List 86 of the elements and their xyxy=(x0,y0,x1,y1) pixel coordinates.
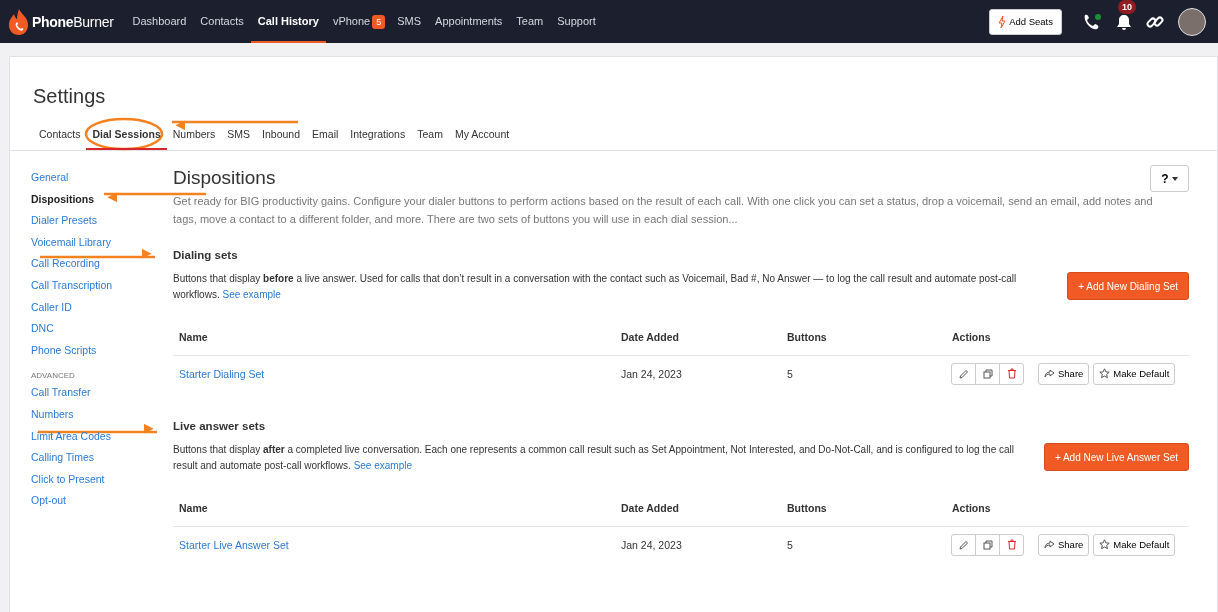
settings-tab[interactable]: SMS xyxy=(221,126,257,150)
settings-tab[interactable]: Team xyxy=(411,126,449,150)
nav-link[interactable]: Call History xyxy=(250,0,326,43)
notification-count-badge: 10 xyxy=(1118,0,1136,14)
nav-link[interactable]: Dashboard xyxy=(125,0,194,43)
pencil-icon xyxy=(958,368,969,379)
nav-link[interactable]: Appointments xyxy=(428,0,510,43)
duplicate-button[interactable] xyxy=(975,533,1000,556)
column-header: Name xyxy=(179,331,209,343)
set-name-link[interactable]: Starter Live Answer Set xyxy=(179,538,621,551)
sidebar-item[interactable]: Dialer Presets xyxy=(31,210,173,232)
settings-tab[interactable]: Integrations xyxy=(344,126,412,150)
caret-icon xyxy=(1171,176,1178,181)
subsection-title: Dialing sets xyxy=(173,249,239,261)
sidebar-item[interactable]: Calling Times xyxy=(31,447,173,469)
star-icon xyxy=(1099,368,1111,379)
see-example-link[interactable]: See example xyxy=(222,289,281,300)
add-seats-button[interactable]: Add Seats xyxy=(989,8,1062,35)
count-badge: 5 xyxy=(372,14,386,29)
make-default-button[interactable]: Make Default xyxy=(1093,362,1176,385)
settings-tab[interactable]: Numbers xyxy=(166,126,222,150)
section-title: Dispositions xyxy=(173,166,276,189)
subsection-title: Live answer sets xyxy=(173,420,267,432)
nav-link[interactable]: Team xyxy=(509,0,551,43)
nav-link[interactable]: SMS xyxy=(390,0,429,43)
sidebar-item[interactable]: General xyxy=(31,167,173,189)
trash-icon xyxy=(1006,539,1017,550)
description-text: Buttons that display after a completed live conversation. Each one represents a common call result such as Set Appointment, Not Interested, and Do-Not-Call, and is configured to log the call result and automate post-call workflows. See example xyxy=(173,443,1016,473)
sidebar-item[interactable]: Limit Area Codes xyxy=(31,425,173,448)
settings-tab[interactable]: Dial Sessions xyxy=(86,126,167,150)
share-arrow-icon xyxy=(1044,369,1055,378)
column-header: Date Added xyxy=(621,502,680,514)
column-header: Buttons xyxy=(787,331,828,343)
description-text: Buttons that display before a live answer. Used for calls that don’t result in a conversation with the contact such as Voicemail, Bad #, No Answer — to log the call result and automate post-call workflows. See example xyxy=(173,272,1018,302)
nav-link[interactable]: Support xyxy=(550,0,603,43)
column-header: Date Added xyxy=(621,331,680,343)
settings-tab[interactable]: Contacts xyxy=(33,126,87,150)
make-default-button[interactable]: Make Default xyxy=(1093,533,1176,556)
sidebar-item[interactable]: Voicemail Library xyxy=(31,231,173,254)
column-header: Name xyxy=(179,502,209,514)
sidebar-item[interactable]: DNC xyxy=(31,318,173,340)
sidebar-item[interactable]: Call Recording xyxy=(31,253,173,275)
sidebar-item[interactable]: Caller ID xyxy=(31,296,173,319)
share-arrow-icon xyxy=(1044,540,1055,549)
trash-icon xyxy=(1006,368,1017,379)
table-cell-text: Jan 24, 2023 xyxy=(621,367,683,380)
settings-tab[interactable]: Inbound xyxy=(256,126,307,150)
table-cell-text: 5 xyxy=(787,538,794,551)
sidebar-item[interactable]: Opt-out xyxy=(31,490,173,512)
column-header: Buttons xyxy=(787,502,828,514)
star-icon xyxy=(1099,539,1111,550)
sidebar-item[interactable]: Phone Scripts xyxy=(31,339,173,362)
phone-icon[interactable] xyxy=(1082,12,1102,31)
sidebar-item[interactable]: Call Transfer xyxy=(31,382,173,404)
set-name-link[interactable]: Starter Dialing Set xyxy=(179,367,621,380)
table-cell-text: Jan 24, 2023 xyxy=(621,538,683,551)
avatar[interactable] xyxy=(1178,7,1206,36)
copy-icon xyxy=(982,539,993,550)
page-title: Settings xyxy=(32,84,107,108)
bell-icon[interactable] xyxy=(1116,12,1132,31)
intro-text: Get ready for BIG productivity gains. Configure your dialer buttons to perform actions based on the result of each call. With one click you can set a status, drop a voicemail, send an email, add notes and tags, move a contact to a different folder, and more. There are two sets of buttons you will use in each dial session... xyxy=(173,194,1154,227)
logo-wordmark[interactable]: PhoneBurner xyxy=(32,13,114,30)
sidebar-item[interactable]: Call Transcription xyxy=(31,274,173,297)
sidebar-item[interactable]: Numbers xyxy=(31,403,173,426)
sidebar-item[interactable]: Dispositions xyxy=(31,188,173,211)
share-button[interactable]: Share xyxy=(1038,533,1090,556)
flame-logo-icon xyxy=(8,8,30,35)
column-header: Actions xyxy=(952,502,992,514)
share-button[interactable]: Share xyxy=(1038,362,1090,385)
delete-button[interactable] xyxy=(999,533,1024,556)
edit-button[interactable] xyxy=(951,362,976,385)
nav-link[interactable]: Contacts xyxy=(193,0,251,43)
column-header: Actions xyxy=(952,331,992,343)
copy-icon xyxy=(982,368,993,379)
pencil-icon xyxy=(958,539,969,550)
settings-tab[interactable]: My Account xyxy=(448,126,516,150)
sidebar-item[interactable]: Click to Present xyxy=(31,468,173,491)
table-cell-text: 5 xyxy=(787,367,794,380)
delete-button[interactable] xyxy=(999,362,1024,385)
edit-button[interactable] xyxy=(951,533,976,556)
help-dropdown-button[interactable]: ? xyxy=(1150,165,1189,192)
duplicate-button[interactable] xyxy=(975,362,1000,385)
bolt-icon xyxy=(998,15,1007,28)
sidebar-heading: ADVANCED xyxy=(31,371,76,381)
see-example-link[interactable]: See example xyxy=(353,460,412,471)
settings-tab[interactable]: Email xyxy=(306,126,345,150)
